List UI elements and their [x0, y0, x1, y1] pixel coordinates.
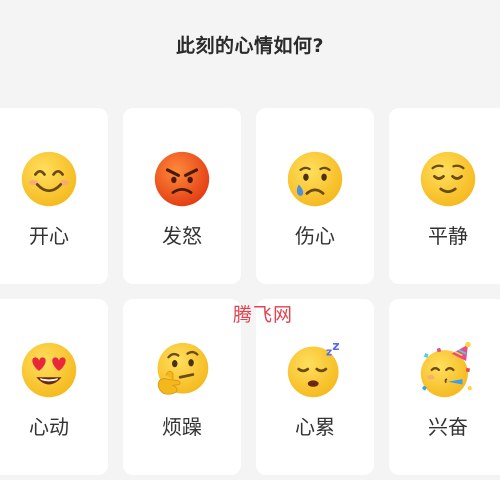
mood-grid: 开心 发怒 伤心 平静 心动 烦躁 z z 心累 兴奋	[0, 108, 500, 475]
watermark: 腾飞网	[233, 304, 294, 326]
angry-face-icon	[153, 150, 211, 208]
sleepy-face-icon: z z	[286, 341, 344, 399]
mood-card-sad[interactable]: 伤心	[256, 108, 374, 284]
mood-card-excited[interactable]: 兴奋	[389, 299, 500, 475]
mood-label: 兴奋	[428, 415, 468, 439]
mood-card-calm[interactable]: 平静	[389, 108, 500, 284]
relieved-face-icon	[419, 150, 477, 208]
mood-card-irritated[interactable]: 烦躁	[123, 299, 241, 475]
heart-eyes-face-icon	[20, 341, 78, 399]
mood-card-happy[interactable]: 开心	[0, 108, 108, 284]
mood-label: 平静	[428, 224, 468, 248]
party-face-icon	[419, 341, 477, 399]
mood-label: 烦躁	[162, 415, 202, 439]
mood-label: 心动	[29, 415, 69, 439]
thinking-face-icon	[153, 341, 211, 399]
mood-label: 开心	[29, 224, 69, 248]
mood-label: 心累	[295, 415, 335, 439]
mood-card-crush[interactable]: 心动	[0, 299, 108, 475]
mood-card-angry[interactable]: 发怒	[123, 108, 241, 284]
mood-label: 伤心	[295, 224, 335, 248]
page-title: 此刻的心情如何?	[175, 35, 325, 57]
crying-face-icon	[286, 150, 344, 208]
svg-text:z: z	[332, 341, 339, 353]
svg-text:z: z	[326, 346, 332, 359]
smiling-face-icon	[20, 150, 78, 208]
mood-label: 发怒	[162, 224, 202, 248]
